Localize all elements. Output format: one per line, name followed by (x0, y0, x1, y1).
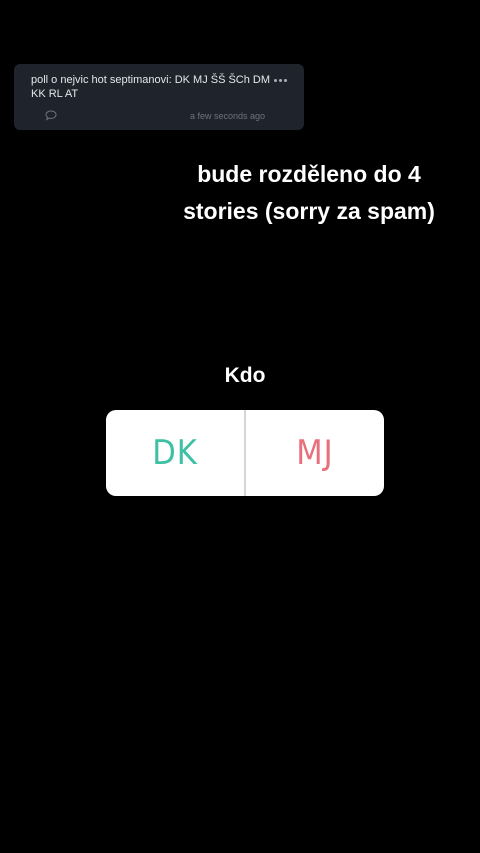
story-caption: bude rozděleno do 4 stories (sorry za sp… (150, 156, 468, 230)
poll-option-dk[interactable]: DK (106, 410, 244, 496)
more-options-icon[interactable] (270, 72, 290, 88)
shared-post-card[interactable]: poll o nejvic hot septimanovi: DK MJ ŠŠ … (14, 64, 304, 130)
post-text: poll o nejvic hot septimanovi: DK MJ ŠŠ … (31, 74, 271, 100)
poll-option-mj[interactable]: MJ (246, 410, 384, 496)
poll-question: Kdo (224, 364, 266, 387)
poll-sticker: DK MJ (106, 410, 384, 496)
comment-icon[interactable] (45, 110, 57, 121)
caption-line: stories (sorry za spam) (183, 198, 435, 224)
post-timestamp: a few seconds ago (190, 111, 266, 121)
caption-line: bude rozděleno do 4 (197, 161, 421, 187)
